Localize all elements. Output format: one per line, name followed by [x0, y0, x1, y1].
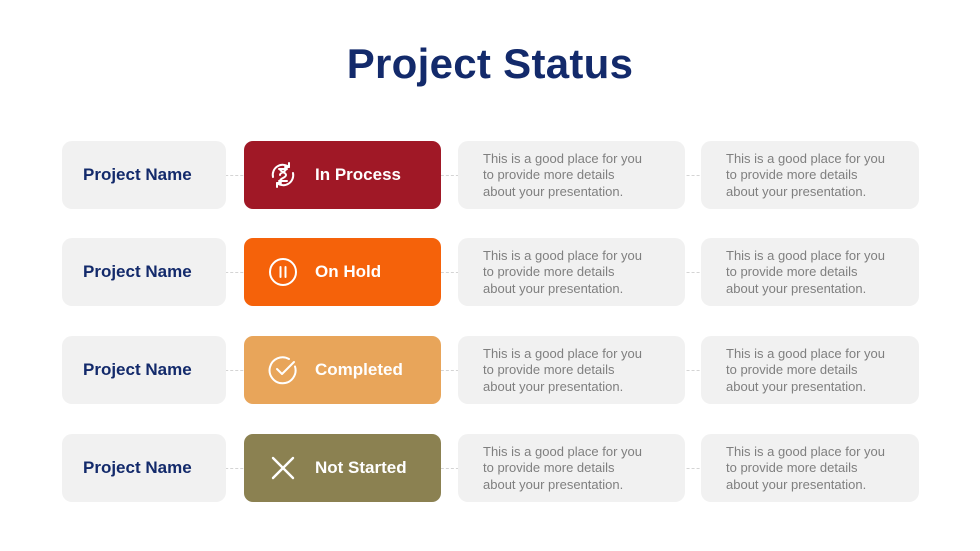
detail-line: This is a good place for you: [483, 248, 642, 263]
detail-card: This is a good place for you to provide …: [458, 238, 685, 306]
status-row-completed: Project Name Completed This is a good pl…: [0, 336, 980, 404]
pause-icon: [268, 257, 298, 287]
detail-line: to provide more details: [483, 460, 615, 476]
detail-card: This is a good place for you to provide …: [701, 336, 919, 404]
detail-line: This is a good place for you: [726, 444, 885, 459]
detail-line: to provide more details: [726, 362, 858, 378]
x-icon: [268, 453, 298, 483]
page-title: Project Status: [346, 40, 634, 87]
status-badge-not-started: Not Started: [244, 434, 441, 502]
detail-card: This is a good place for you to provide …: [458, 336, 685, 404]
project-name-card: Project Name: [62, 336, 226, 404]
project-name-card: Project Name: [62, 238, 226, 306]
detail-line: to provide more details: [726, 264, 858, 280]
status-badge-completed: Completed: [244, 336, 441, 404]
hourglass-refresh-icon: [268, 160, 298, 190]
detail-line: about your presentation.: [726, 280, 867, 296]
status-label: Completed: [315, 360, 403, 379]
status-label: Not Started: [315, 458, 407, 477]
detail-line: This is a good place for you: [726, 248, 885, 263]
detail-card: This is a good place for you to provide …: [701, 141, 919, 209]
status-badge-on-hold: On Hold: [244, 238, 441, 306]
status-row-on-hold: Project Name On Hold This is a good plac…: [0, 238, 980, 306]
check-circle-icon: [268, 355, 298, 385]
detail-line: about your presentation.: [483, 280, 624, 296]
detail-line: This is a good place for you: [483, 444, 642, 459]
status-label: In Process: [315, 165, 401, 184]
detail-line: about your presentation.: [726, 378, 867, 394]
detail-card: This is a good place for you to provide …: [701, 238, 919, 306]
status-badge-in-process: In Process: [244, 141, 441, 209]
status-row-in-process: Project Name In Process This is a good p…: [0, 141, 980, 209]
detail-line: to provide more details: [483, 362, 615, 378]
detail-line: to provide more details: [726, 167, 858, 183]
detail-line: about your presentation.: [483, 476, 624, 492]
detail-line: This is a good place for you: [726, 151, 885, 166]
detail-card: This is a good place for you to provide …: [701, 434, 919, 502]
detail-line: This is a good place for you: [726, 346, 885, 361]
detail-line: about your presentation.: [726, 183, 867, 199]
project-name-card: Project Name: [62, 434, 226, 502]
detail-line: about your presentation.: [483, 183, 624, 199]
detail-line: This is a good place for you: [483, 151, 642, 166]
detail-card: This is a good place for you to provide …: [458, 434, 685, 502]
detail-line: This is a good place for you: [483, 346, 642, 361]
detail-line: to provide more details: [726, 460, 858, 476]
detail-line: to provide more details: [483, 264, 615, 280]
detail-card: This is a good place for you to provide …: [458, 141, 685, 209]
detail-line: about your presentation.: [726, 476, 867, 492]
detail-line: to provide more details: [483, 167, 615, 183]
status-label: On Hold: [315, 262, 382, 281]
project-name-card: Project Name: [62, 141, 226, 209]
status-row-not-started: Project Name Not Started This is a good …: [0, 434, 980, 502]
detail-line: about your presentation.: [483, 378, 624, 394]
